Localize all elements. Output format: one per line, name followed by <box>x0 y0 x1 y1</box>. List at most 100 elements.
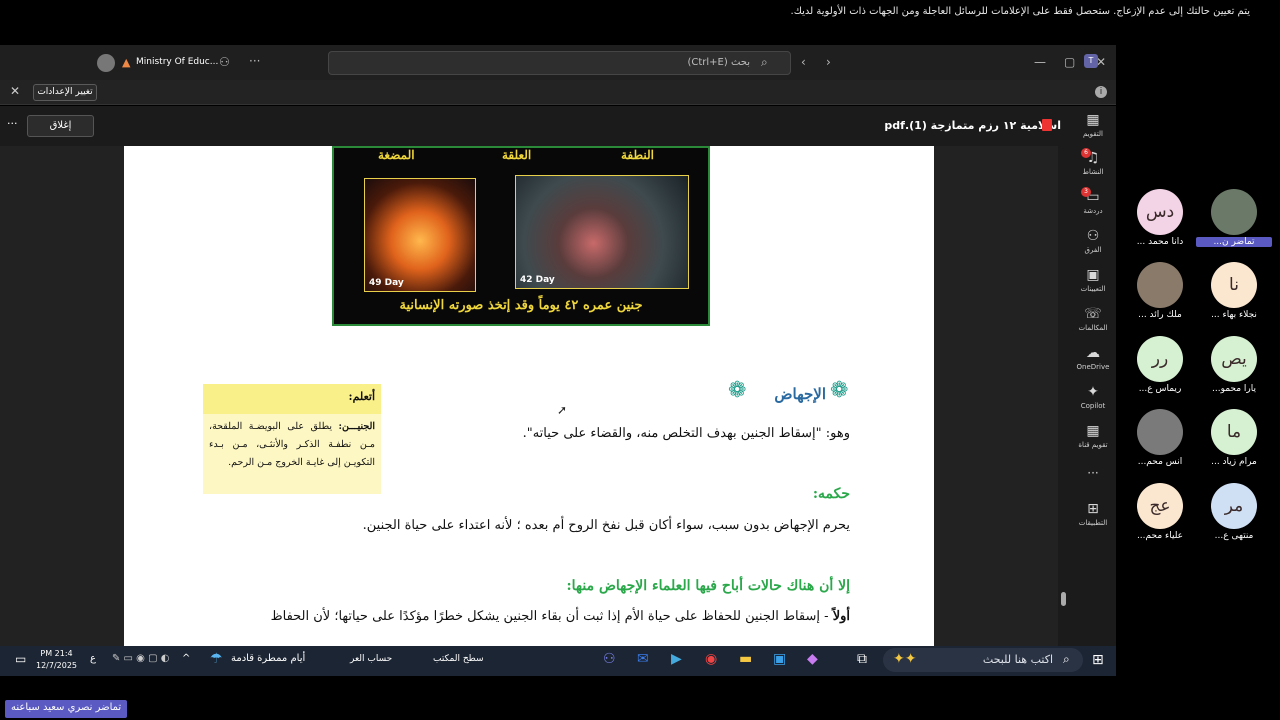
participant-name: ريماس ع... <box>1138 384 1182 394</box>
participant-avatar[interactable] <box>1137 409 1183 455</box>
teams-taskbar-icon[interactable]: ⚇ <box>603 651 616 667</box>
ornament-icon: ❁ <box>728 378 747 403</box>
restore-icon[interactable]: ▢ <box>1064 55 1075 69</box>
ruling-title: حكمه: <box>812 486 850 502</box>
dismiss-banner-icon[interactable]: ✕ <box>10 84 20 98</box>
participant-avatar[interactable]: دس <box>1137 189 1183 235</box>
rail-channel-calendar[interactable]: ▦ تقويم قناة <box>1070 423 1116 449</box>
participant-name: دانا محمد ... <box>1136 237 1184 247</box>
rail-apps[interactable]: ⊞ التطبيقات <box>1070 501 1116 527</box>
people-icon[interactable]: ⚇ <box>219 55 230 69</box>
rail-teams[interactable]: ⚇ الفرق <box>1070 228 1116 254</box>
figure-caption: جنين عمره ٤٢ يوماً وقد إتخذ صورته الإنسا… <box>399 298 643 313</box>
more-icon[interactable]: ··· <box>249 54 260 68</box>
back-icon[interactable]: ‹ <box>801 55 806 69</box>
dnd-banner <box>0 80 1116 105</box>
org-name[interactable]: Ministry Of Educ... <box>136 57 218 67</box>
speaker-name-tag: تماضر نصري سعيد سباعنه <box>5 700 128 718</box>
add-apps-icon: ⊞ <box>1087 501 1099 517</box>
clock[interactable]: PM 21:4 12/7/2025 <box>36 648 77 672</box>
participant-avatar[interactable]: يص <box>1211 336 1257 382</box>
minimize-icon[interactable]: — <box>1034 55 1046 69</box>
calendar-grid-icon: ▦ <box>1086 423 1100 439</box>
first-case-label: أولاً <box>832 609 850 624</box>
exceptions-title: إلا أن هناك حالات أباح فيها العلماء الإج… <box>566 578 850 594</box>
file-explorer-icon[interactable]: ▬ <box>739 651 752 667</box>
rail-more-icon[interactable]: ··· <box>1070 466 1116 480</box>
rail-label: الفرق <box>1084 246 1102 254</box>
taskbar-search-placeholder: اكتب هنا للبحث <box>982 653 1053 666</box>
first-case: أولاً - إسقاط الجنين للحفاظ على حياة الأ… <box>271 609 850 624</box>
rail-label: المكالمات <box>1078 324 1108 332</box>
change-settings-button[interactable]: تغيير الإعدادات <box>33 84 97 101</box>
notification-icon[interactable]: ▭ <box>15 652 26 666</box>
bell-icon: ♫ <box>1086 150 1100 166</box>
learn-box: أتعلم: الجنيـــن: يطلق على البويضـة المل… <box>203 384 381 494</box>
participant-name: ملك رائد ... <box>1138 310 1182 320</box>
teams-logo-icon: T <box>1084 54 1098 68</box>
rail-calendar[interactable]: ▦ التقويم <box>1070 112 1116 138</box>
close-file-button[interactable]: إغلاق <box>27 115 94 137</box>
learn-body: الجنيـــن: يطلق على البويضـة الملقحة، مـ… <box>209 418 375 472</box>
rain-icon: ☂ <box>210 651 223 667</box>
definition-text: وهو: "إسقاط الجنين بهدف التخلص منه، والق… <box>522 426 850 441</box>
participant-avatar[interactable] <box>1137 262 1183 308</box>
tray-chevron-icon[interactable]: ^ <box>182 653 190 664</box>
rail-label: تقويم قناة <box>1078 441 1108 449</box>
rail-label: OneDrive <box>1076 363 1110 371</box>
copilot-app-icon[interactable]: ◆ <box>807 651 818 667</box>
embryo-photo-49: 49 Day <box>364 178 476 292</box>
outlook-icon[interactable]: ✉ <box>637 651 649 667</box>
participant-avatar[interactable]: رر <box>1137 336 1183 382</box>
app-icon[interactable]: ▣ <box>773 651 786 667</box>
pdf-icon <box>1042 119 1052 131</box>
rail-label: التعيينات <box>1080 285 1106 293</box>
stage-label-alaqa: العلقة <box>502 148 532 162</box>
day-label: 42 Day <box>520 275 555 285</box>
clock-date: 12/7/2025 <box>36 661 78 670</box>
chrome-icon[interactable]: ◉ <box>705 651 717 667</box>
pdf-page: المضغة العلقة النطفة 49 Day 42 Day جنين … <box>124 146 934 646</box>
activity-badge: 6 <box>1081 148 1091 158</box>
start-icon[interactable]: ⊞ <box>1092 652 1104 668</box>
learn-term: الجنيـــن: <box>338 421 376 432</box>
scrollbar-thumb[interactable] <box>1061 592 1066 606</box>
section-title: الإجهاض <box>774 385 826 403</box>
embryo-figure: المضغة العلقة النطفة 49 Day 42 Day جنين … <box>332 146 710 326</box>
rail-calls[interactable]: ☏ المكالمات <box>1070 306 1116 332</box>
scrollbar[interactable] <box>1058 146 1070 646</box>
participant-avatar[interactable] <box>1211 189 1257 235</box>
input-language[interactable]: ع <box>90 653 96 664</box>
phone-icon: ☏ <box>1084 306 1102 322</box>
backpack-icon: ▣ <box>1086 267 1100 283</box>
task-view-icon[interactable]: ⧉ <box>857 651 867 667</box>
weather-widget[interactable]: أيام ممطرة قادمة <box>231 653 305 664</box>
play-icon[interactable]: ▶ <box>671 651 682 667</box>
forward-icon[interactable]: › <box>826 55 831 69</box>
search-input[interactable]: بحث (Ctrl+E) <box>328 51 791 75</box>
app-rail <box>1070 106 1116 646</box>
rail-chat[interactable]: ▭ دردشة <box>1070 189 1116 215</box>
rail-onedrive[interactable]: ☁ OneDrive <box>1070 345 1116 371</box>
user-avatar[interactable] <box>97 54 115 72</box>
participant-avatar[interactable]: ما <box>1211 409 1257 455</box>
teams-icon: ⚇ <box>1086 228 1100 244</box>
participant-avatar[interactable]: عج <box>1137 483 1183 529</box>
chat-badge: 3 <box>1081 187 1091 197</box>
rail-assignments[interactable]: ▣ التعيينات <box>1070 267 1116 293</box>
clock-time: PM 21:4 <box>40 649 73 658</box>
embryo-photo-42: 42 Day <box>515 175 689 289</box>
rail-copilot[interactable]: ✦ Copilot <box>1070 384 1116 410</box>
participant-avatar[interactable]: نا <box>1211 262 1257 308</box>
rail-activity[interactable]: ♫ النشاط <box>1070 150 1116 176</box>
participant-name: انس محم... <box>1137 457 1183 467</box>
participant-avatar[interactable]: مر <box>1211 483 1257 529</box>
account-label[interactable]: حساب العر <box>350 654 392 664</box>
ornament-icon: ❁ <box>830 378 849 403</box>
calendar-icon: ▦ <box>1086 112 1100 128</box>
desktop-label[interactable]: سطح المكتب <box>433 654 484 664</box>
participant-name: تماضر ن... <box>1196 237 1272 247</box>
tray-icons[interactable]: ✎ ▭ ◉ ▢ ◐ <box>112 653 169 664</box>
more-options-icon[interactable]: ··· <box>7 117 18 130</box>
copilot-taskbar-icon[interactable]: ✦✦ <box>893 651 916 667</box>
